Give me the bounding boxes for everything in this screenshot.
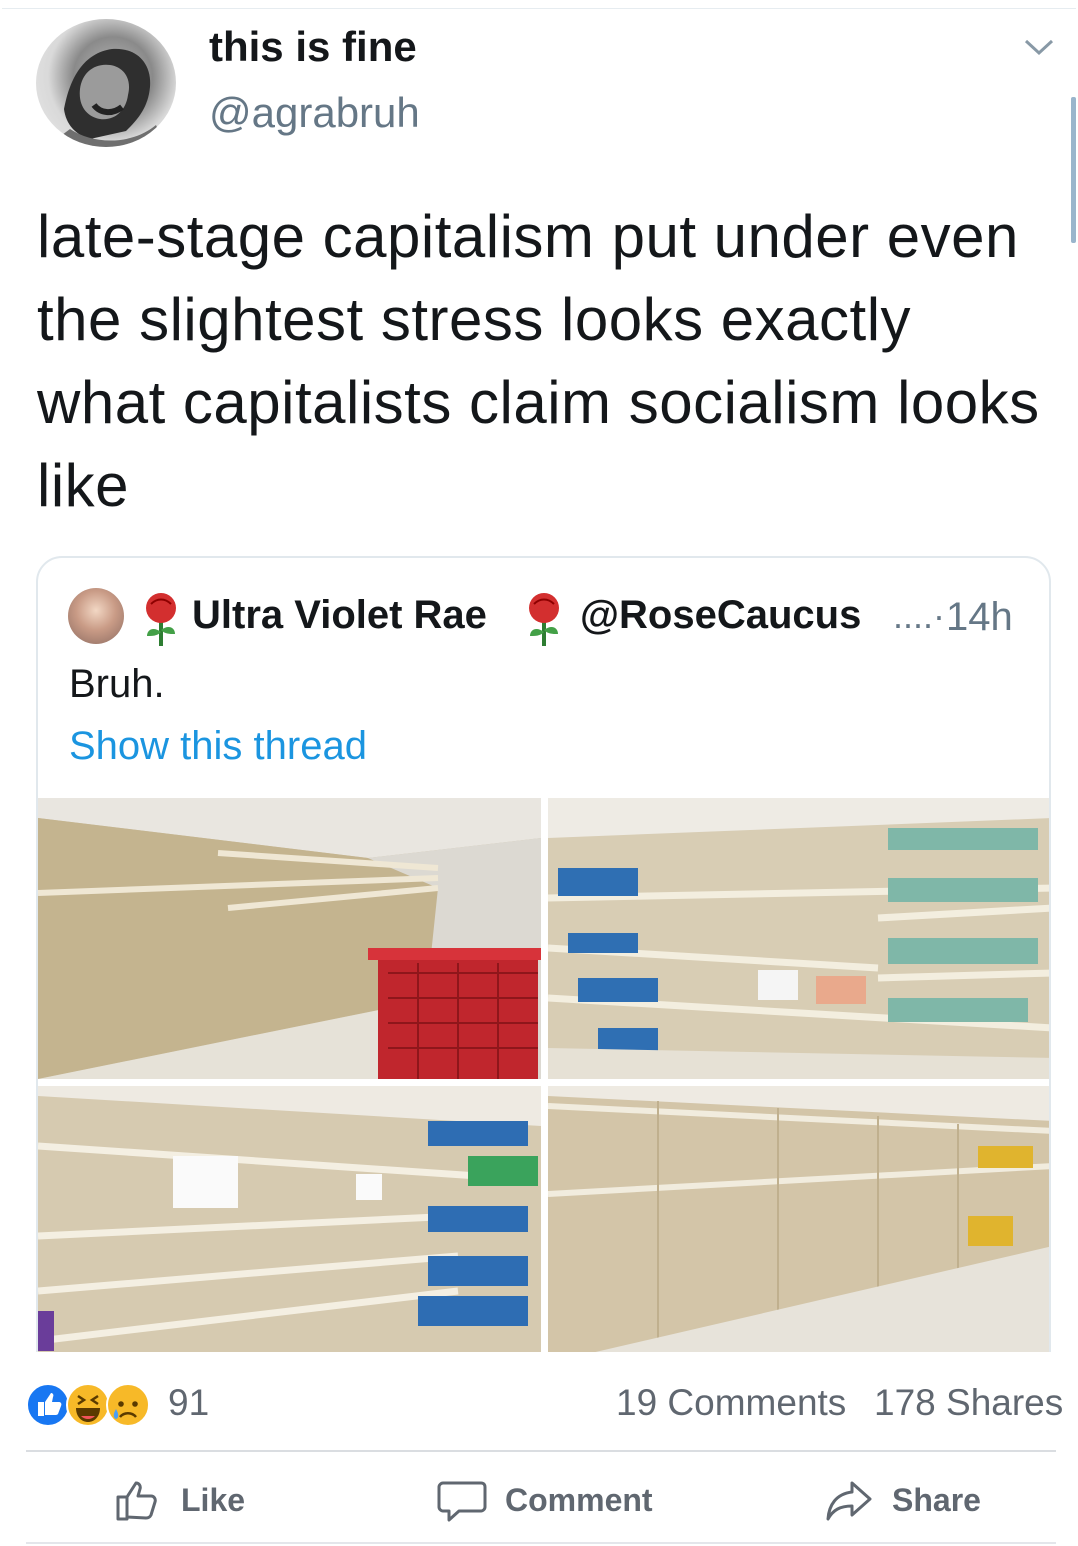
tweet-display-name[interactable]: this is fine [209, 23, 417, 71]
like-label: Like [181, 1481, 246, 1518]
comments-count[interactable]: 19 Comments [616, 1382, 846, 1424]
facebook-engagement-bar: 91 19 Comments 178 Shares Like Comment S… [0, 1352, 1078, 1546]
embedded-tweet: this is fine @agrabruh late-stage capita… [2, 8, 1076, 1361]
photo-long-empty-aisle[interactable] [548, 1086, 1049, 1359]
rose-icon [529, 593, 559, 646]
comment-button[interactable]: Comment [437, 1472, 653, 1528]
comment-label: Comment [505, 1481, 653, 1518]
quoted-timestamp[interactable]: 14h [946, 595, 1013, 640]
share-button[interactable]: Share [824, 1472, 981, 1528]
divider [26, 1450, 1056, 1452]
quoted-display-name[interactable]: Ultra Violet Rae [192, 593, 487, 638]
rose-icon [146, 593, 176, 646]
sad-reaction-icon [106, 1383, 150, 1427]
avatar-portrait [46, 48, 166, 147]
tweet-avatar[interactable] [36, 19, 176, 147]
tweet-body: late-stage capitalism put under even the… [37, 203, 1040, 519]
share-label: Share [892, 1481, 981, 1518]
quoted-avatar[interactable] [68, 588, 124, 644]
photo-empty-aisle-cart[interactable] [38, 798, 541, 1079]
divider [26, 1542, 1056, 1544]
quoted-body: Bruh. [69, 662, 165, 706]
tweet-handle[interactable]: @agrabruh [209, 89, 420, 137]
share-arrow-icon [826, 1481, 872, 1521]
show-thread-link[interactable]: Show this thread [69, 724, 367, 769]
like-button[interactable]: Like [113, 1472, 245, 1528]
quoted-separator: ....· [893, 595, 945, 636]
scrollbar[interactable] [1071, 97, 1076, 243]
photo-empty-shelves-notes[interactable] [38, 1086, 541, 1359]
reaction-count[interactable]: 91 [168, 1382, 209, 1424]
chevron-down-icon[interactable] [1022, 35, 1056, 59]
reaction-icons[interactable] [26, 1382, 166, 1428]
shares-count[interactable]: 178 Shares [874, 1382, 1063, 1424]
haha-reaction-icon [66, 1383, 110, 1427]
like-reaction-icon [26, 1383, 70, 1427]
quoted-tweet[interactable]: Ultra Violet Rae @RoseCaucus ....· 14h B… [36, 556, 1051, 1361]
photo-shelves-detergent[interactable] [548, 798, 1049, 1079]
quoted-handle[interactable]: @RoseCaucus [580, 593, 861, 638]
thumbs-up-icon [116, 1481, 157, 1521]
comment-bubble-icon [437, 1481, 487, 1522]
